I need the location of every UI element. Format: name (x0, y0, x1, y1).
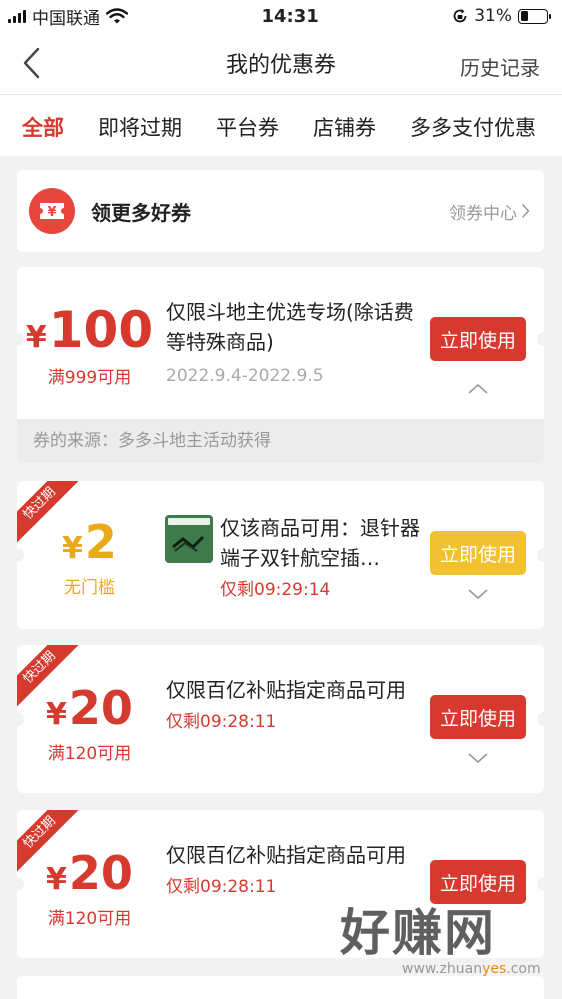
use-now-button[interactable]: 立即使用 (430, 531, 526, 575)
coupon-card: 快过期 ¥20 满120可用 仅限百亿补贴指定商品可用 仅剩09:28:11 立… (17, 645, 544, 793)
amount-value: 100 (48, 301, 154, 359)
coupon-center-label: 领券中心 (449, 203, 517, 224)
chevron-down-icon[interactable] (466, 751, 490, 765)
amount-value: 20 (68, 846, 133, 900)
page-title: 我的优惠券 (225, 53, 336, 78)
countdown-timer: 仅剩09:28:11 (166, 712, 277, 732)
chevron-left-icon (23, 47, 40, 79)
amount-value: 20 (68, 681, 133, 735)
coupon-center-link[interactable]: 领券中心 (449, 199, 530, 224)
amount-value: 2 (84, 515, 117, 569)
history-link[interactable]: 历史记录 (460, 52, 540, 81)
coupon-description: 仅该商品可用：退针器端子双针航空插… (220, 516, 420, 570)
signal-icon (8, 9, 26, 23)
coupon-amount: ¥2 无门槛 (17, 519, 162, 598)
amount-condition: 满120可用 (47, 909, 132, 929)
amount-condition: 无门槛 (64, 578, 115, 598)
battery-icon (518, 8, 551, 24)
coupon-description: 仅限斗地主优选专场(除话费等特殊商品) (166, 300, 414, 354)
countdown-timer: 仅剩09:28:11 (166, 877, 277, 897)
nav-bar: 我的优惠券 历史记录 (0, 32, 562, 94)
countdown-timer: 仅剩09:29:14 (220, 580, 331, 600)
coupon-card-partial (17, 976, 544, 999)
carrier-label: 中国联通 (32, 8, 100, 29)
tab-duoduo-pay[interactable]: 多多支付优惠 (410, 110, 536, 142)
currency-symbol: ¥ (46, 862, 67, 897)
tab-store[interactable]: 店铺券 (313, 110, 376, 142)
tab-expiring[interactable]: 即将过期 (98, 110, 182, 142)
amount-condition: 满120可用 (47, 744, 132, 764)
currency-symbol: ¥ (62, 531, 83, 566)
wifi-icon (106, 8, 128, 24)
currency-symbol: ¥ (46, 697, 67, 732)
chevron-right-icon (521, 203, 530, 219)
coupon-description: 仅限百亿补贴指定商品可用 (166, 843, 406, 867)
back-button[interactable] (16, 46, 46, 80)
coupon-amount: ¥100 满999可用 (17, 305, 162, 388)
coupon-icon-symbol: ¥ (47, 205, 56, 220)
coupon-card: 快过期 ¥2 无门槛 仅该商品可用：退针器端子双针航空插… 仅剩09:29:14… (17, 481, 544, 629)
chevron-down-icon[interactable] (466, 587, 490, 601)
coupon-icon: ¥ (29, 188, 75, 234)
watermark-url: www.zhuanyes.com (402, 961, 541, 977)
promo-title: 领更多好券 (91, 200, 191, 225)
use-now-button[interactable]: 立即使用 (430, 860, 526, 904)
coupon-source: 券的来源：多多斗地主活动获得 (17, 419, 544, 463)
clock: 14:31 (261, 5, 319, 27)
rotation-lock-icon (453, 9, 467, 23)
coupon-card: ¥100 满999可用 仅限斗地主优选专场(除话费等特殊商品) 2022.9.4… (17, 267, 544, 463)
tab-platform[interactable]: 平台券 (216, 110, 279, 142)
status-bar: 中国联通 14:31 31% (0, 0, 562, 32)
chevron-up-icon[interactable] (466, 382, 490, 396)
product-thumbnail[interactable] (165, 515, 213, 563)
coupon-card: 快过期 ¥20 满120可用 仅限百亿补贴指定商品可用 仅剩09:28:11 立… (17, 810, 544, 958)
currency-symbol: ¥ (25, 320, 47, 355)
coupon-validity: 2022.9.4-2022.9.5 (166, 366, 324, 386)
use-now-button[interactable]: 立即使用 (430, 317, 526, 361)
tab-all[interactable]: 全部 (22, 110, 64, 156)
tab-bar: 全部 即将过期 平台券 店铺券 多多支付优惠 (0, 94, 562, 156)
coupon-amount: ¥20 满120可用 (17, 850, 162, 929)
battery-percent: 31% (474, 6, 512, 26)
coupon-center-banner[interactable]: ¥ 领更多好券 领券中心 (17, 170, 544, 252)
use-now-button[interactable]: 立即使用 (430, 695, 526, 739)
amount-condition: 满999可用 (47, 368, 132, 388)
coupon-amount: ¥20 满120可用 (17, 685, 162, 764)
coupon-description: 仅限百亿补贴指定商品可用 (166, 678, 406, 702)
